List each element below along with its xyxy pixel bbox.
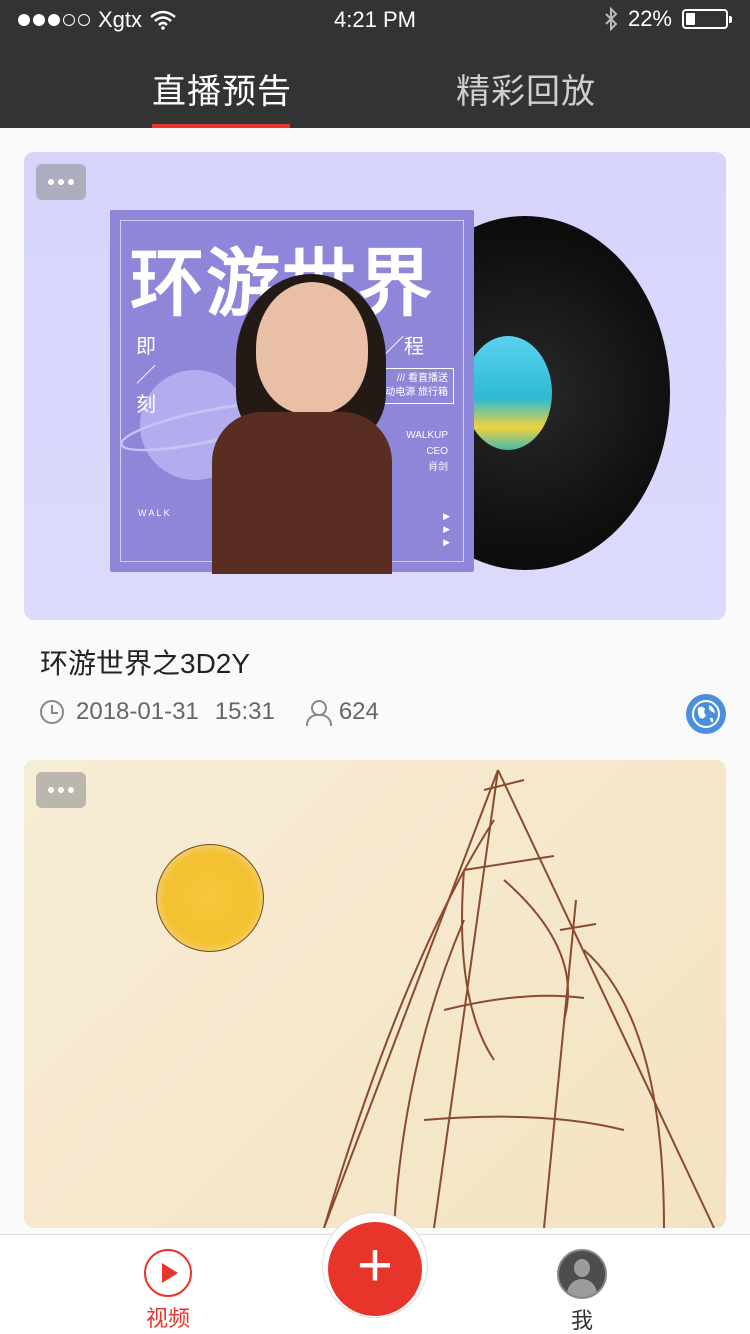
live-time: 15:31 [214,698,275,725]
live-title: 环游世界之3D2Y [40,648,251,679]
nav-video-label: 视频 [145,1306,190,1331]
vinyl-label [464,336,552,450]
live-card-2[interactable] [24,760,726,1228]
globe-icon[interactable] [686,694,726,734]
tab-replay[interactable]: 精彩回放 [456,64,596,113]
nav-me-label: 我 [570,1308,593,1333]
more-options-button[interactable] [36,164,86,200]
viewer-count: 624 [338,698,379,725]
play-arrows-icon: ▶ ▶ ▶ [443,511,450,547]
battery-icon [682,9,732,29]
nav-video[interactable]: 视频 [128,1249,208,1333]
ship-cover-image[interactable] [24,760,726,1228]
sailing-ship-illustration [323,769,715,1228]
live-date: 2018-01-31 [76,698,199,725]
top-header: Xgtx 4:21 PM 22% 直播预告 精彩回放 [0,0,750,128]
bluetooth-icon [605,7,618,31]
plus-icon: + [356,1231,394,1300]
live-card[interactable]: 环游世界 即／刻 启／程 /// 看直播送 移动电源 旅行箱 WALKUP CE… [24,152,726,734]
clock-icon [40,700,64,724]
tab-live-preview[interactable]: 直播预告 [152,64,292,113]
add-live-button[interactable]: + [328,1222,422,1316]
active-tab-indicator [152,124,290,128]
status-right: 22% [604,6,732,32]
more-options-button[interactable] [36,772,86,808]
avatar-icon [557,1249,607,1299]
status-bar: Xgtx 4:21 PM 22% [0,0,750,40]
live-meta: 2018-01-31 15:31 624 [40,694,726,734]
user-icon [305,700,332,726]
tab-bar: 直播预告 精彩回放 [0,40,750,128]
battery-percent: 22% [627,6,672,31]
play-icon [144,1249,192,1297]
brand-mark: W A L K [138,508,170,518]
nav-me[interactable]: 我 [542,1249,622,1334]
live-cover-image[interactable]: 环游世界 即／刻 启／程 /// 看直播送 移动电源 旅行箱 WALKUP CE… [24,152,726,620]
album-credits: WALKUP CEO 肖剑 [406,430,448,473]
